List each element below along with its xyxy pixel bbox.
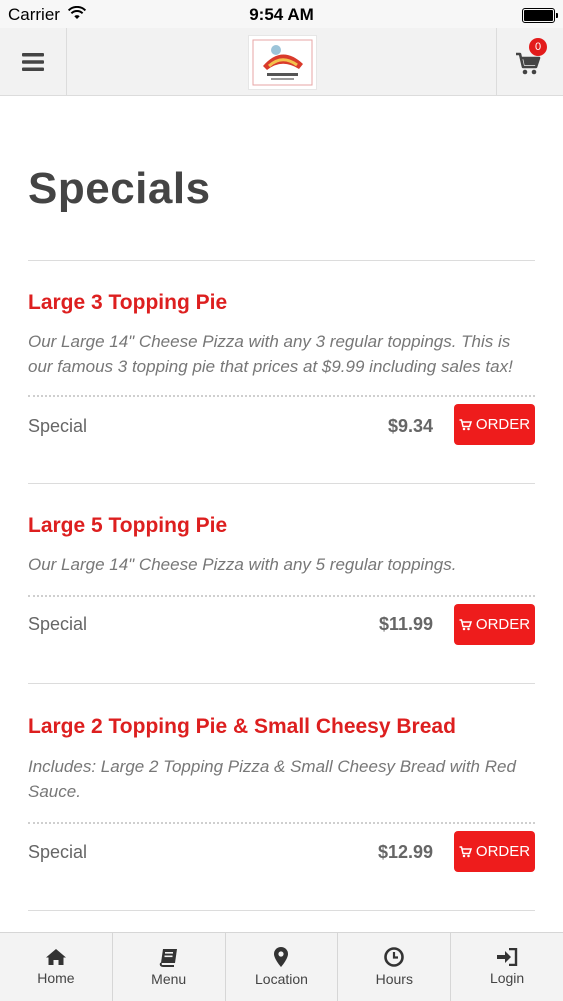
- order-button[interactable]: ORDER: [454, 404, 535, 445]
- item-price-row: Special $9.34 ORDER: [28, 397, 535, 483]
- home-icon: [45, 949, 66, 965]
- nav-home[interactable]: Home: [0, 933, 113, 1001]
- item-title: Large 2 Topping Pie & Small Cheesy Bread: [28, 715, 456, 738]
- book-icon: [159, 948, 177, 967]
- cart-count-badge: 0: [529, 37, 547, 56]
- login-icon: [497, 948, 518, 966]
- order-button-label: ORDER: [475, 616, 531, 633]
- nav-location[interactable]: Location: [226, 933, 339, 1001]
- logo-graphic: [252, 39, 313, 86]
- nav-login[interactable]: Login: [451, 933, 563, 1001]
- section-divider: [28, 483, 535, 484]
- menu-button[interactable]: [0, 28, 67, 95]
- item-label: Special: [28, 842, 88, 862]
- cart-icon: [459, 845, 472, 857]
- nav-label: Home: [37, 970, 75, 986]
- battery-icon: [522, 8, 558, 23]
- item-price-row: Special $11.99 ORDER: [28, 597, 535, 683]
- nav-hours[interactable]: Hours: [338, 933, 452, 1001]
- special-item: Large 5 Topping Pie Our Large 14" Cheese…: [28, 514, 535, 683]
- section-divider: [28, 260, 535, 261]
- order-button[interactable]: ORDER: [454, 831, 535, 872]
- nav-label: Login: [489, 970, 525, 986]
- cart-icon: [459, 618, 472, 630]
- specials-content: Specials Large 3 Topping Pie Our Large 1…: [28, 96, 535, 911]
- special-item: Large 3 Topping Pie Our Large 14" Cheese…: [28, 291, 535, 483]
- item-price-row: Special $12.99 ORDER: [28, 824, 535, 910]
- cart-icon: [459, 418, 472, 430]
- item-description: Our Large 14" Cheese Pizza with any 3 re…: [28, 332, 513, 376]
- nav-label: Location: [255, 971, 308, 987]
- item-label: Special: [28, 416, 88, 436]
- order-button[interactable]: ORDER: [454, 604, 535, 645]
- hamburger-icon: [22, 52, 44, 71]
- nav-label: Hours: [375, 971, 413, 987]
- status-bar: Carrier 9:54 AM: [0, 0, 563, 28]
- nav-label: Menu: [151, 970, 187, 987]
- cart-button[interactable]: 0: [496, 28, 563, 95]
- special-item: Large 2 Topping Pie & Small Cheesy Bread…: [28, 715, 535, 910]
- item-description: Includes: Large 2 Topping Pizza & Small …: [28, 757, 516, 801]
- map-pin-icon: [274, 947, 289, 967]
- page-title: Specials: [28, 164, 211, 213]
- item-title: Large 3 Topping Pie: [28, 291, 228, 314]
- item-price: $12.99: [377, 842, 433, 862]
- section-divider: [28, 683, 535, 684]
- order-button-label: ORDER: [475, 843, 531, 860]
- app-header: 0: [0, 28, 563, 96]
- clock-icon: [384, 947, 405, 967]
- nav-menu[interactable]: Menu: [113, 933, 226, 1001]
- item-label: Special: [28, 614, 88, 634]
- restaurant-logo[interactable]: [248, 35, 317, 90]
- bottom-nav: Home Menu Location Hours Login: [0, 932, 563, 1001]
- order-button-label: ORDER: [475, 416, 531, 433]
- item-price: $9.34: [387, 416, 433, 436]
- item-title: Large 5 Topping Pie: [28, 514, 228, 537]
- item-description: Our Large 14" Cheese Pizza with any 5 re…: [28, 555, 457, 574]
- item-price: $11.99: [378, 614, 433, 634]
- status-time: 9:54 AM: [249, 5, 314, 24]
- section-divider: [28, 910, 535, 911]
